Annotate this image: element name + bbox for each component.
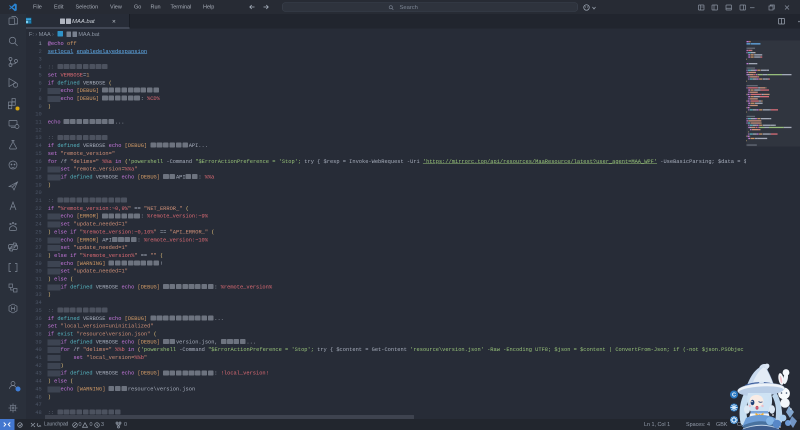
svg-text:C: C (732, 393, 736, 399)
